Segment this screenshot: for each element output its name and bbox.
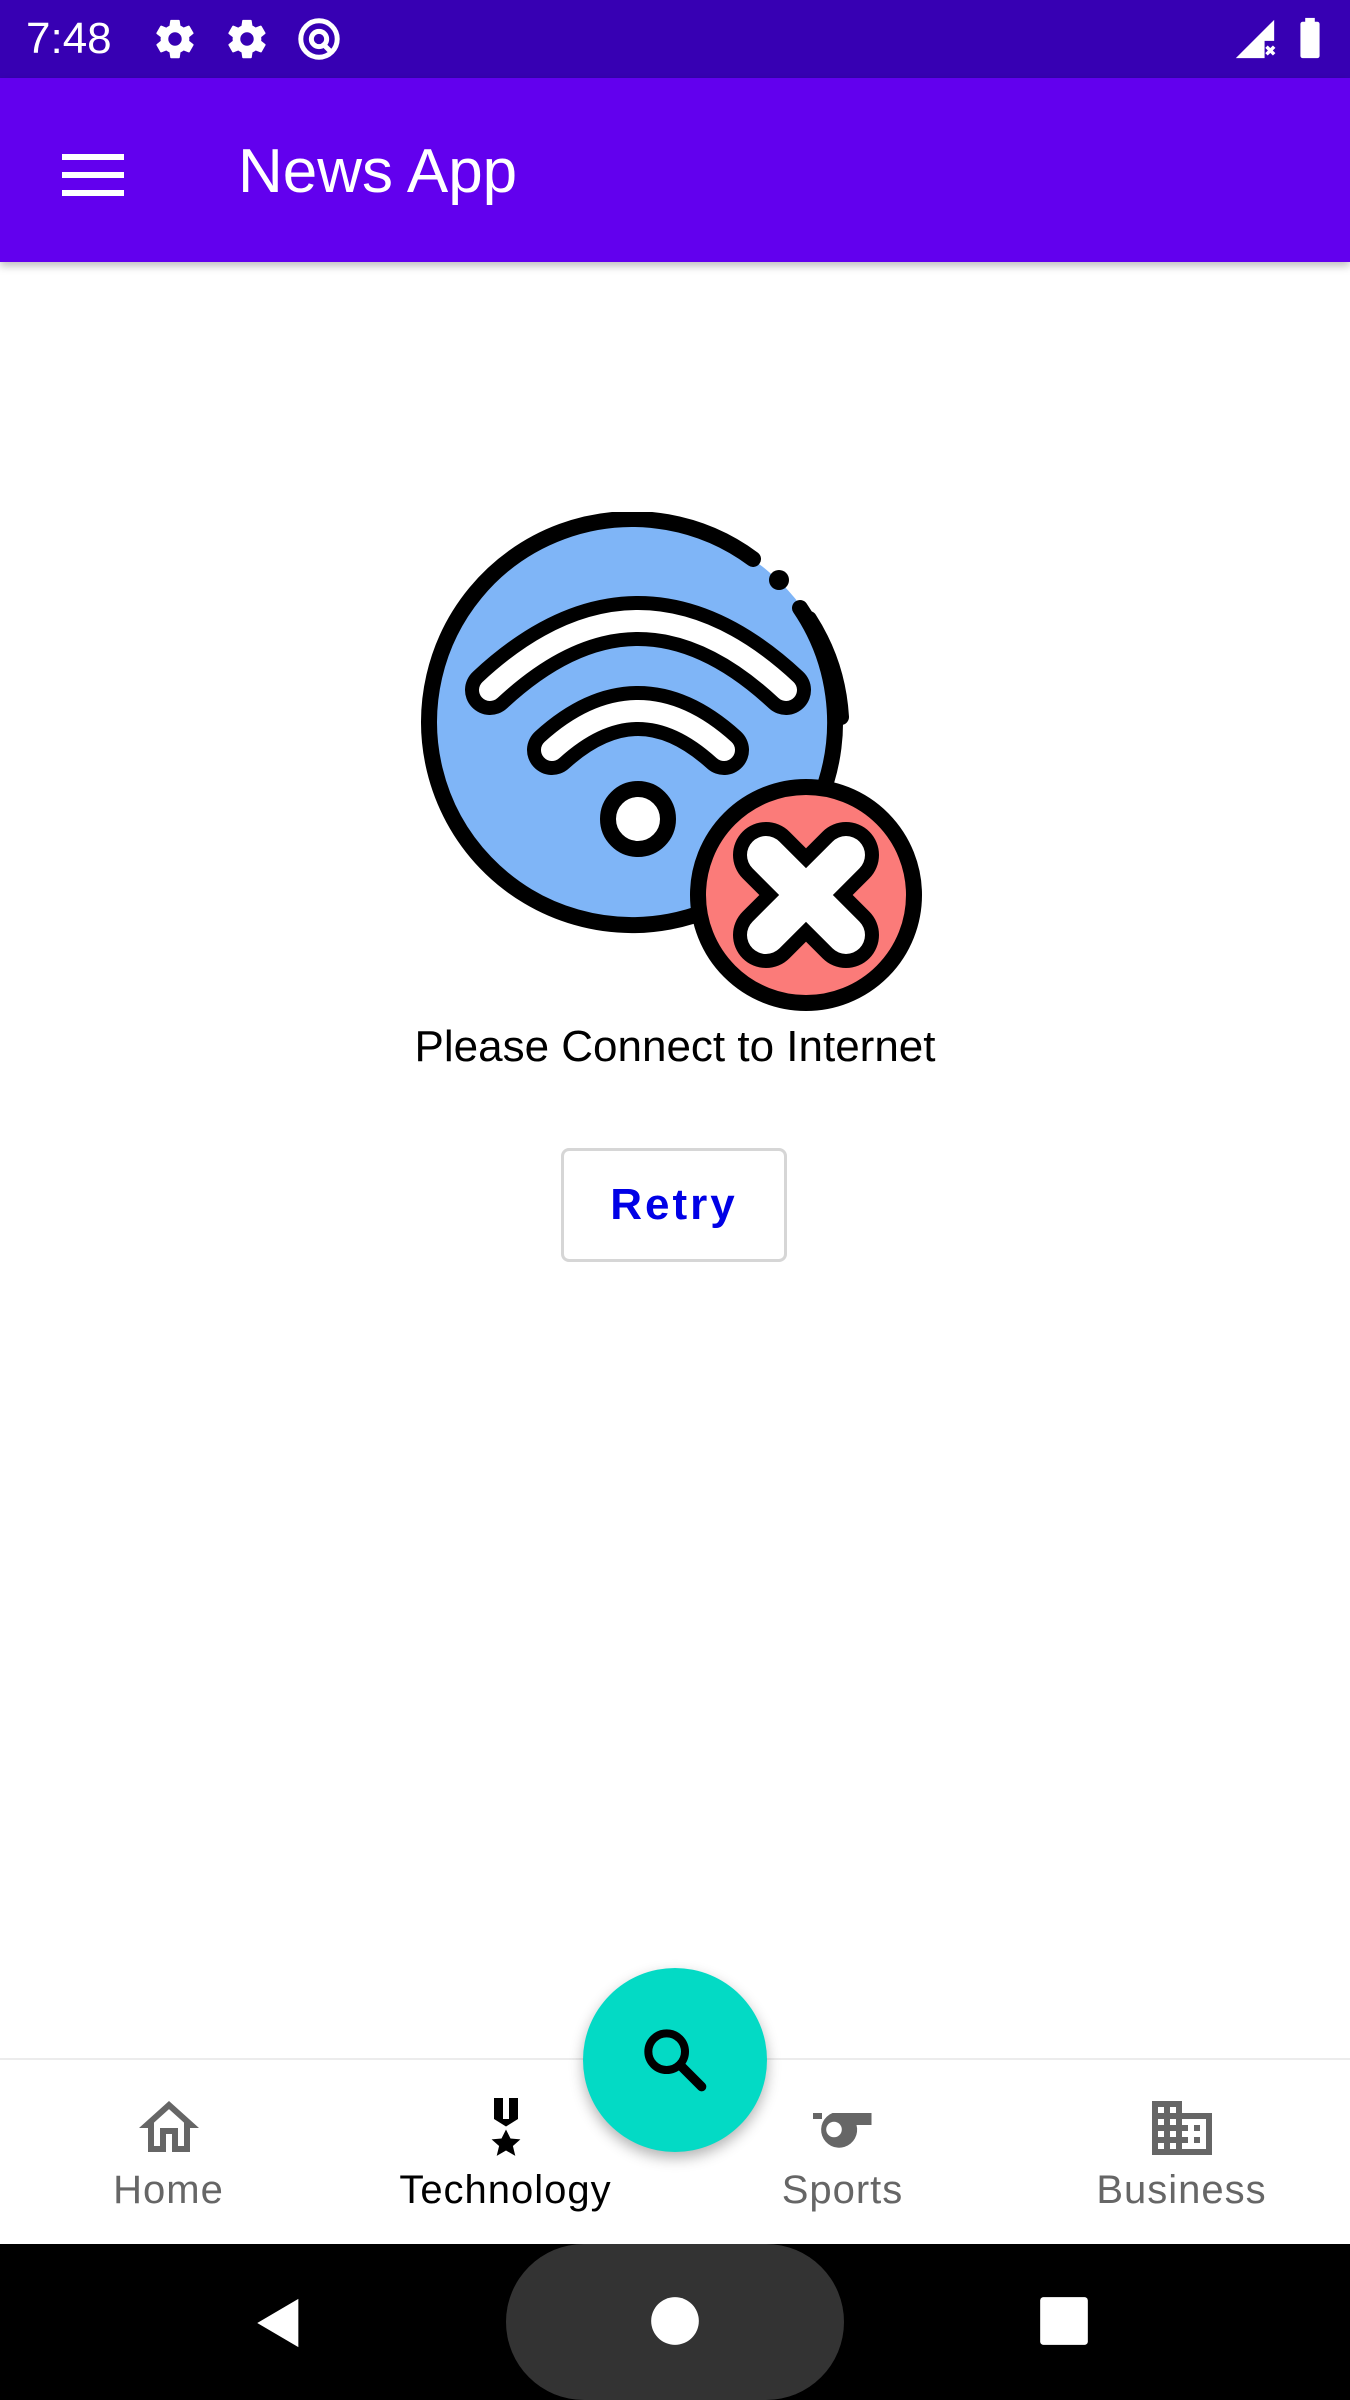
recents-icon[interactable]	[1038, 2295, 1090, 2347]
status-time: 7:48	[26, 14, 112, 63]
at-sign-icon	[298, 18, 340, 60]
system-navigation-bar	[0, 2244, 1350, 2400]
app-title: News App	[238, 137, 518, 206]
menu-icon	[62, 154, 124, 196]
settings-icon	[156, 19, 194, 59]
signal-off-icon	[1235, 19, 1276, 59]
no-wifi-icon	[421, 512, 922, 1011]
connection-message: Please Connect to Internet	[414, 1022, 936, 1071]
home-icon	[138, 2101, 199, 2152]
retry-button[interactable]: Retry	[561, 1148, 787, 1262]
settings-icon	[228, 19, 266, 59]
app-bar: News App	[0, 78, 1350, 262]
menu-button[interactable]	[38, 124, 148, 224]
whistle-icon	[812, 2113, 871, 2148]
nav-label-business: Business	[1096, 2168, 1267, 2212]
nav-label-technology: Technology	[399, 2168, 612, 2212]
home-circle-icon[interactable]	[649, 2295, 701, 2347]
back-icon[interactable]	[250, 2294, 308, 2352]
status-bar: 7:48	[0, 0, 1350, 78]
search-fab-button[interactable]	[583, 1968, 767, 2152]
nav-label-home: Home	[113, 2168, 224, 2212]
search-icon	[644, 2029, 707, 2092]
medal-icon	[491, 2098, 520, 2156]
nav-label-sports: Sports	[781, 2168, 904, 2212]
business-building-icon	[1151, 2101, 1212, 2155]
nav-item-home[interactable]: Home	[0, 2060, 337, 2246]
battery-icon	[1300, 17, 1320, 59]
nav-item-business[interactable]: Business	[1013, 2060, 1350, 2246]
